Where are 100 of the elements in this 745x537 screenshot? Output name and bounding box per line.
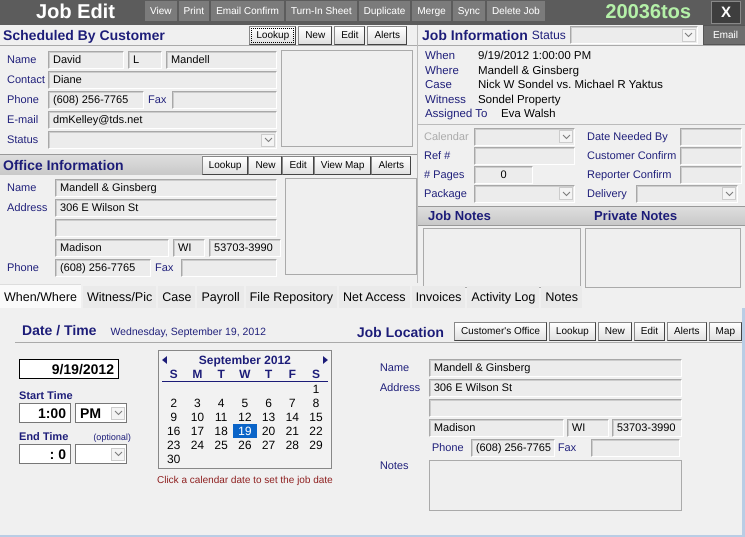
calendar-day[interactable]: 17 <box>186 424 210 438</box>
toolbar-button[interactable]: Merge <box>412 1 451 21</box>
date-field[interactable]: 9/19/2012 <box>19 359 119 379</box>
input-field[interactable] <box>590 439 680 457</box>
input-field[interactable]: 306 E Wilson St <box>55 199 277 217</box>
calendar-day[interactable]: 27 <box>256 438 280 452</box>
calendar-day[interactable]: 20 <box>256 424 280 438</box>
calendar-day[interactable]: 22 <box>304 424 328 438</box>
header-button[interactable]: View Map <box>314 156 372 174</box>
calendar-day[interactable]: 24 <box>186 438 210 452</box>
toolbar-button[interactable]: Duplicate <box>358 1 410 21</box>
input-field[interactable]: Diane <box>48 71 277 89</box>
input-field[interactable]: (608) 256-7765 <box>48 91 144 109</box>
calendar-day[interactable]: 6 <box>256 396 280 410</box>
tab[interactable]: Witness/Pic <box>82 286 156 308</box>
tab[interactable]: When/Where <box>0 284 81 308</box>
input-field[interactable]: Mandell & Ginsberg <box>428 359 682 377</box>
calendar-day[interactable]: 18 <box>209 424 233 438</box>
calendar-day[interactable]: 30 <box>162 452 186 466</box>
close-button[interactable]: X <box>711 1 741 24</box>
dropdown-field[interactable] <box>48 131 277 149</box>
previous-month-icon[interactable] <box>162 356 168 364</box>
header-button[interactable]: Edit <box>334 26 366 44</box>
time-field[interactable]: 1:00 <box>19 403 71 423</box>
input-field[interactable] <box>181 259 277 277</box>
input-field[interactable]: 53703-3990 <box>612 419 682 437</box>
tab[interactable]: Invoices <box>412 286 466 308</box>
input-field[interactable]: Madison <box>428 419 564 437</box>
toolbar-button[interactable]: Sync <box>452 1 485 21</box>
calendar-day[interactable]: 28 <box>280 438 304 452</box>
calendar-day[interactable]: 13 <box>256 410 280 424</box>
calendar-day[interactable]: 11 <box>209 410 233 424</box>
calendar-day[interactable]: 2 <box>162 396 186 410</box>
header-button[interactable]: Lookup <box>249 26 296 44</box>
private-notes-box[interactable] <box>585 228 741 288</box>
input-field[interactable]: Madison <box>55 239 169 257</box>
header-button[interactable]: Edit <box>634 322 665 341</box>
calendar-day[interactable]: 7 <box>280 396 304 410</box>
time-field[interactable]: : 0 <box>19 444 71 464</box>
input-field[interactable]: Mandell & Ginsberg <box>55 179 277 197</box>
input-field[interactable] <box>428 399 682 417</box>
input-field[interactable]: WI <box>566 419 609 437</box>
input-field[interactable]: WI <box>173 239 205 257</box>
calendar-day[interactable]: 3 <box>186 396 210 410</box>
calendar-day[interactable]: 5 <box>232 396 257 410</box>
dropdown-field[interactable] <box>474 184 575 202</box>
calendar-day[interactable]: 26 <box>232 438 257 452</box>
calendar-day[interactable]: 19 <box>232 424 257 438</box>
header-button[interactable]: Customer's Office <box>454 322 547 341</box>
calendar-day[interactable]: 23 <box>162 438 186 452</box>
status-dropdown[interactable] <box>570 26 698 44</box>
calendar-day[interactable]: 25 <box>209 438 233 452</box>
tab[interactable]: Net Access <box>339 286 410 308</box>
header-button[interactable]: New <box>298 26 332 44</box>
tab[interactable]: File Repository <box>246 286 338 308</box>
dropdown-field[interactable] <box>474 128 575 146</box>
input-field[interactable]: L <box>128 51 162 69</box>
calendar-day[interactable]: 12 <box>232 410 257 424</box>
header-button[interactable]: Lookup <box>202 156 248 174</box>
header-button[interactable]: Edit <box>282 156 314 174</box>
input-field[interactable]: 53703-3990 <box>209 239 281 257</box>
calendar-day[interactable]: 1 <box>304 382 328 396</box>
header-button[interactable]: New <box>248 156 282 174</box>
notes-box[interactable] <box>428 460 682 511</box>
calendar-day[interactable]: 9 <box>162 410 186 424</box>
calendar-day[interactable]: 8 <box>304 396 328 410</box>
next-month-icon[interactable] <box>322 356 328 364</box>
input-field[interactable]: dmKelley@tds.net <box>48 111 277 129</box>
input-field[interactable] <box>680 128 742 146</box>
input-field[interactable]: Mandell <box>166 51 277 69</box>
input-field[interactable]: (608) 256-7765 <box>55 259 151 277</box>
input-field[interactable]: 0 <box>474 166 533 184</box>
calendar-day[interactable]: 4 <box>209 396 233 410</box>
ampm-dropdown[interactable] <box>75 444 127 464</box>
header-button[interactable]: New <box>598 322 632 341</box>
tab[interactable]: Case <box>158 286 196 308</box>
calendar-day[interactable]: 10 <box>186 410 210 424</box>
tab[interactable]: Payroll <box>197 286 244 308</box>
calendar-day[interactable]: 21 <box>280 424 304 438</box>
toolbar-button[interactable]: Email Confirm <box>211 1 284 21</box>
calendar-day[interactable]: 16 <box>162 424 186 438</box>
header-button[interactable]: Alerts <box>371 156 411 174</box>
ampm-dropdown[interactable]: PM <box>75 403 127 423</box>
email-button[interactable]: Email <box>703 25 745 45</box>
tab[interactable]: Activity Log <box>467 286 540 308</box>
header-button[interactable]: Map <box>708 322 742 341</box>
input-field[interactable] <box>680 146 742 164</box>
header-button[interactable]: Alerts <box>666 322 707 341</box>
toolbar-button[interactable]: Print <box>178 1 210 21</box>
input-field[interactable] <box>55 219 277 237</box>
input-field[interactable]: David <box>48 51 124 69</box>
calendar-day[interactable]: 29 <box>304 438 328 452</box>
toolbar-button[interactable]: Delete Job <box>486 1 545 21</box>
job-notes-box[interactable] <box>423 228 581 288</box>
toolbar-button[interactable]: Turn-In Sheet <box>286 1 357 21</box>
input-field[interactable] <box>474 146 575 164</box>
input-field[interactable]: (608) 256-7765 <box>470 439 555 457</box>
header-button[interactable]: Alerts <box>367 26 407 44</box>
tab[interactable]: Notes <box>541 286 582 308</box>
calendar-day[interactable]: 14 <box>280 410 304 424</box>
